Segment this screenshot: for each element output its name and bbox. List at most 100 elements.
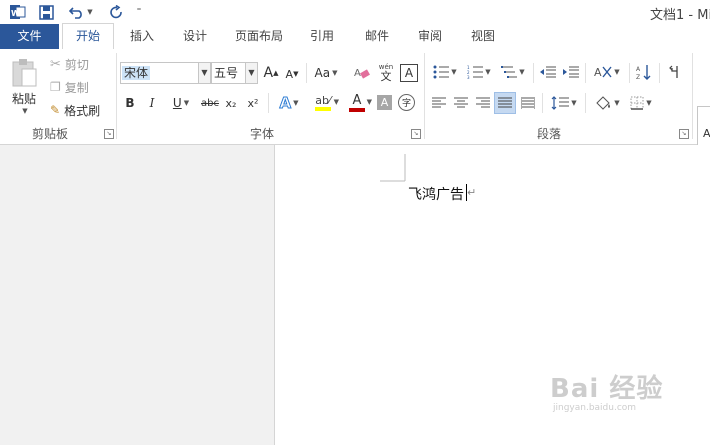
word-app-icon[interactable]: W (8, 2, 28, 22)
sort-button[interactable]: AZ (635, 62, 653, 82)
document-text: 飞鸿广告 (408, 187, 464, 203)
paste-label: 粘贴 (11, 91, 36, 106)
customize-quick-access-icon[interactable]: ⁼ (132, 2, 146, 22)
grow-font-button[interactable]: A ▲ (262, 64, 280, 82)
tab-home[interactable]: 开始 (62, 23, 114, 51)
chevron-down-icon: ▼ (183, 99, 190, 107)
phonetic-guide-button[interactable]: wén 文 (376, 61, 396, 83)
text-effects-label: A (279, 94, 292, 113)
paragraph-mark-icon (669, 65, 678, 78)
chevron-down-icon: ▼ (87, 8, 93, 16)
title-bar: W ▼ ⁼ 文档1 - Mi (0, 0, 710, 24)
undo-button[interactable]: ▼ (66, 2, 96, 22)
decrease-indent-icon (540, 66, 556, 78)
window-title: 文档1 - Mi (650, 8, 710, 23)
character-shading-button[interactable]: A (377, 95, 392, 110)
character-border-label: A (404, 66, 414, 80)
multilevel-list-button[interactable]: ▼ (498, 62, 528, 82)
phonetic-bottom-label: 文 (380, 70, 392, 83)
font-color-button[interactable]: A ▼ (342, 93, 372, 113)
decrease-indent-button[interactable] (539, 63, 557, 81)
enclose-characters-label: 字 (401, 99, 411, 109)
borders-button[interactable]: ▼ (626, 93, 656, 113)
paste-button[interactable]: 粘贴 ▼ (6, 55, 42, 117)
undo-icon (69, 7, 83, 19)
dialog-launcher-icon[interactable]: ↘ (104, 129, 114, 139)
chinese-layout-button[interactable]: A ▼ (591, 62, 623, 82)
tab-review[interactable]: 审阅 (410, 24, 450, 49)
svg-text:Z: Z (636, 74, 640, 80)
copy-button[interactable]: ❐ 复制 (50, 78, 89, 96)
shrink-font-button[interactable]: A ▼ (284, 66, 300, 82)
font-size-value: 五号 (214, 66, 239, 80)
shrink-font-label: A (285, 67, 294, 81)
redo-icon[interactable] (106, 2, 126, 22)
line-spacing-button[interactable]: ▼ (548, 93, 580, 113)
format-painter-label: 格式刷 (64, 103, 101, 118)
change-case-button[interactable]: Aa ▼ (311, 64, 341, 82)
copy-label: 复制 (64, 80, 89, 95)
strikethrough-button[interactable]: abc (200, 94, 220, 112)
chinese-layout-icon: A (594, 66, 612, 79)
tab-view[interactable]: 视图 (463, 24, 503, 49)
tab-insert[interactable]: 插入 (122, 24, 162, 49)
tab-page-layout[interactable]: 页面布局 (229, 24, 289, 49)
bullet-list-icon (433, 65, 450, 79)
highlight-color-button[interactable]: ab⁄ ▼ (307, 93, 339, 113)
tab-design[interactable]: 设计 (175, 24, 215, 49)
scissors-icon: ✂ (50, 56, 61, 72)
copy-icon: ❐ (50, 80, 61, 94)
tab-references[interactable]: 引用 (302, 24, 342, 49)
font-size-combobox[interactable]: 五号 ▼ (211, 62, 258, 84)
clear-formatting-button[interactable]: A (352, 64, 372, 82)
chevron-down-icon: ▼ (614, 68, 620, 76)
sort-icon: AZ (636, 65, 651, 80)
subscript-button[interactable]: x₂ (223, 94, 239, 112)
bullets-button[interactable]: ▼ (430, 62, 460, 82)
save-icon[interactable] (36, 2, 56, 22)
text-effects-button[interactable]: A ▼ (274, 93, 304, 113)
align-center-button[interactable] (453, 94, 469, 112)
bold-button[interactable]: B (122, 94, 138, 112)
chevron-down-icon: ▼ (571, 99, 577, 107)
shading-button[interactable]: ▼ (591, 93, 623, 113)
change-case-label: Aa (314, 66, 331, 80)
italic-button[interactable]: I (144, 94, 160, 112)
font-color-label: A (352, 93, 362, 108)
chevron-down-icon[interactable]: ▼ (198, 63, 210, 83)
divider (629, 63, 630, 83)
justify-button[interactable] (494, 92, 516, 114)
document-margin-area (0, 145, 275, 445)
tab-mailings[interactable]: 邮件 (357, 24, 397, 49)
format-painter-button[interactable]: ✎ 格式刷 (50, 101, 100, 119)
chevron-down-icon: ▼ (22, 106, 28, 115)
font-name-combobox[interactable]: 宋体 ▼ (120, 62, 211, 84)
cut-label: 剪切 (64, 57, 89, 72)
tab-file[interactable]: 文件 (0, 24, 59, 49)
clipboard-icon (12, 58, 37, 86)
dialog-launcher-icon[interactable]: ↘ (411, 129, 421, 139)
cut-button[interactable]: ✂ 剪切 (50, 55, 89, 73)
grow-font-label: A (263, 65, 274, 81)
increase-indent-button[interactable] (562, 63, 580, 81)
chevron-down-icon[interactable]: ▼ (245, 63, 257, 83)
align-left-icon (432, 97, 446, 108)
clipboard-group-label: 剪贴板 (32, 127, 69, 141)
multilevel-list-icon (501, 66, 518, 78)
divider (542, 93, 543, 113)
show-formatting-marks-button[interactable] (666, 62, 684, 82)
character-border-button[interactable]: A (400, 64, 418, 82)
numbering-button[interactable]: 1 2 3 ▼ (464, 62, 494, 82)
font-group-label: 字体 (250, 127, 275, 141)
align-right-button[interactable] (475, 94, 491, 112)
dialog-launcher-icon[interactable]: ↘ (679, 129, 689, 139)
align-right-icon (476, 97, 490, 108)
paragraph-group-label: 段落 (537, 127, 562, 141)
underline-button[interactable]: U ▼ (166, 94, 196, 112)
chevron-down-icon: ▼ (333, 98, 339, 106)
distributed-button[interactable] (520, 94, 536, 112)
chevron-down-icon: ▼ (332, 69, 338, 77)
enclose-characters-button[interactable]: 字 (398, 94, 415, 111)
superscript-button[interactable]: x² (245, 94, 261, 112)
align-left-button[interactable] (431, 94, 447, 112)
